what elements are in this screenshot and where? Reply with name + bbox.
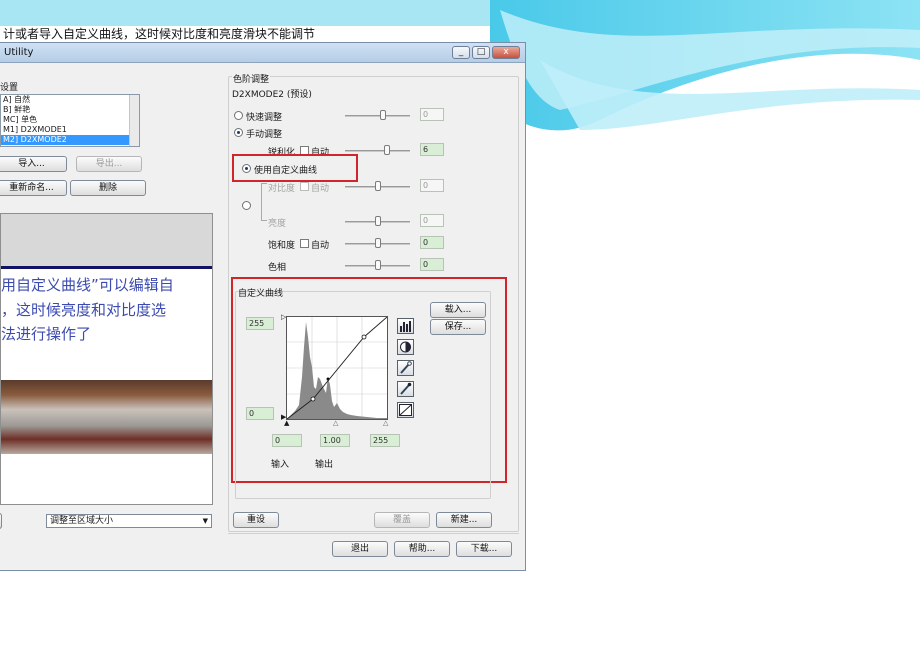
custom-curve-radio-label: 使用自定义曲线 xyxy=(254,166,318,176)
window-title: Utility xyxy=(4,47,34,58)
quick-adjust-slider[interactable] xyxy=(345,115,410,117)
quick-adjust-radio[interactable] xyxy=(234,111,243,120)
quick-adjust-label: 快速调整 xyxy=(246,113,283,123)
curve-point[interactable] xyxy=(326,377,330,381)
contrast-thumb[interactable] xyxy=(375,181,381,191)
contrast-value[interactable]: 0 xyxy=(420,179,444,192)
input-low-value[interactable]: 0 xyxy=(272,434,302,447)
curve-point[interactable] xyxy=(361,334,367,340)
input-low-marker[interactable]: ▲ xyxy=(284,419,289,427)
input-high-value[interactable]: 255 xyxy=(370,434,400,447)
brightness-value[interactable]: 0 xyxy=(420,214,444,227)
hue-value[interactable]: 0 xyxy=(420,258,444,271)
input-label: 输入 xyxy=(271,460,290,470)
contrast-auto-checkbox[interactable] xyxy=(300,182,309,191)
exit-button[interactable]: 退出 xyxy=(332,541,388,557)
contrast-icon[interactable] xyxy=(397,339,414,355)
output-high-value[interactable]: 255 xyxy=(246,317,274,330)
preview-overlay-text: 用自定义曲线”可以编辑自 xyxy=(1,276,174,294)
output-low-value[interactable]: 0 xyxy=(246,407,274,420)
output-label: 输出 xyxy=(315,460,334,470)
preview-header-band xyxy=(1,214,212,267)
saturation-label: 饱和度 xyxy=(268,241,296,251)
help-button[interactable]: 帮助... xyxy=(394,541,450,557)
sharpening-thumb[interactable] xyxy=(384,145,390,155)
brightness-thumb[interactable] xyxy=(375,216,381,226)
reset-curve-icon[interactable] xyxy=(397,402,414,418)
download-button[interactable]: 下载... xyxy=(456,541,512,557)
import-button[interactable]: 导入... xyxy=(0,156,67,172)
contrast-label: 对比度 xyxy=(268,184,296,194)
hue-label: 色相 xyxy=(268,263,287,273)
saturation-auto-label: 自动 xyxy=(311,241,330,251)
settings-list[interactable]: A] 自然 B] 鲜艳 MC] 单色 M1] D2XMODE1 M2] D2XM… xyxy=(0,94,140,147)
saturation-thumb[interactable] xyxy=(375,238,381,248)
brightness-label: 亮度 xyxy=(268,219,287,229)
manual-adjust-radio[interactable] xyxy=(234,128,243,137)
custom-curve-radio[interactable] xyxy=(242,164,251,173)
title-bar[interactable]: Utility _ □ x xyxy=(0,43,525,63)
close-button[interactable]: x xyxy=(492,46,520,59)
list-item[interactable]: B] 鲜艳 xyxy=(1,105,139,115)
preset-name: D2XMODE2 (预设) xyxy=(232,90,312,100)
load-curve-button[interactable]: 载入... xyxy=(430,302,486,318)
fit-select-value: 调整至区域大小 xyxy=(50,516,114,526)
curve-point[interactable] xyxy=(310,396,316,402)
settings-label: 设置 xyxy=(0,83,19,93)
new-button[interactable]: 新建... xyxy=(436,512,492,528)
footer-divider xyxy=(228,533,519,534)
list-scrollbar[interactable] xyxy=(129,95,139,146)
tone-adjust-label: 色阶调整 xyxy=(232,72,271,85)
saturation-auto-checkbox[interactable] xyxy=(300,239,309,248)
minimize-button[interactable]: _ xyxy=(452,46,470,59)
white-eyedropper-icon[interactable] xyxy=(397,360,414,376)
list-item-selected[interactable]: M2] D2XMODE2 xyxy=(1,135,139,145)
list-item[interactable]: A] 自然 xyxy=(1,95,139,105)
delete-button[interactable]: 删除 xyxy=(70,180,146,196)
quick-adjust-value[interactable]: 0 xyxy=(420,108,444,121)
input-high-marker[interactable]: △ xyxy=(383,419,388,427)
quick-adjust-thumb[interactable] xyxy=(380,110,386,120)
histogram-icon[interactable] xyxy=(397,318,414,334)
preview-divider xyxy=(1,266,212,269)
fit-select[interactable]: 调整至区域大小 ▼ xyxy=(46,514,212,528)
utility-dialog: Utility _ □ x 设置 A] 自然 B] 鲜艳 MC] 单色 M1] … xyxy=(0,42,526,571)
output-high-marker[interactable]: ▷ xyxy=(281,313,286,321)
manual-settings-radio[interactable] xyxy=(242,201,251,210)
slide-caption: 计或者导入自定义曲线，这时候对比度和亮度滑块不能调节 xyxy=(3,27,316,41)
preview-overlay-text: ，这时候亮度和对比度选 xyxy=(1,301,167,319)
list-item[interactable]: M1] D2XMODE1 xyxy=(1,125,139,135)
reset-button[interactable]: 重设 xyxy=(233,512,279,528)
curve-histogram-editor[interactable] xyxy=(286,316,388,420)
manual-adjust-label: 手动调整 xyxy=(246,130,283,140)
rename-button[interactable]: 重新命名... xyxy=(0,180,67,196)
overwrite-button[interactable]: 覆盖 xyxy=(374,512,430,528)
preview-overlay-text: 法进行操作了 xyxy=(1,325,92,343)
left-edge-button[interactable] xyxy=(0,513,2,529)
save-curve-button[interactable]: 保存... xyxy=(430,319,486,335)
custom-curve-label: 自定义曲线 xyxy=(238,289,284,299)
gamma-value[interactable]: 1.00 xyxy=(320,434,350,447)
list-item[interactable]: MC] 单色 xyxy=(1,115,139,125)
black-eyedropper-icon[interactable] xyxy=(397,381,414,397)
sharpening-value[interactable]: 6 xyxy=(420,143,444,156)
gamma-marker[interactable]: △ xyxy=(333,419,338,427)
export-button[interactable]: 导出... xyxy=(76,156,142,172)
preview-photo xyxy=(1,380,212,454)
chevron-down-icon: ▼ xyxy=(202,517,208,525)
curve-graph[interactable] xyxy=(286,316,388,420)
maximize-button[interactable]: □ xyxy=(472,46,490,59)
bracket xyxy=(261,183,267,221)
sharpening-slider[interactable] xyxy=(345,150,410,152)
image-preview: 用自定义曲线”可以编辑自 ，这时候亮度和对比度选 法进行操作了 xyxy=(0,213,213,505)
hue-thumb[interactable] xyxy=(375,260,381,270)
saturation-value[interactable]: 0 xyxy=(420,236,444,249)
contrast-auto-label: 自动 xyxy=(311,184,330,194)
